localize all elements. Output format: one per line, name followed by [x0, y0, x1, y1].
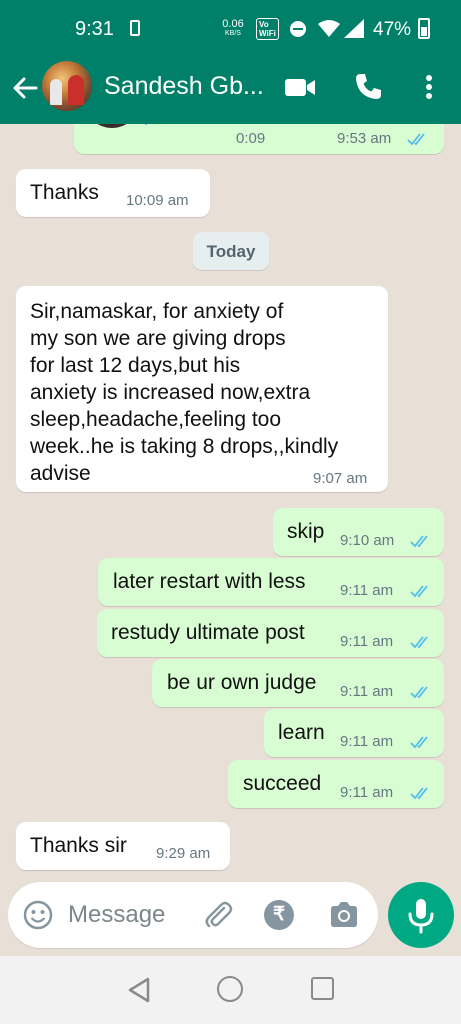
date-separator-label: Today	[206, 242, 256, 261]
status-time: 9:31	[75, 18, 114, 40]
nav-back-icon[interactable]	[126, 976, 152, 1004]
outgoing-message[interactable]: later restart with less 9:11 am	[98, 558, 444, 606]
chat-area[interactable]: 0:09 9:53 am Thanks 10:09 am Today Sir,n…	[0, 124, 461, 956]
message-line: my son we are giving drops	[30, 327, 286, 350]
message-text: later restart with less	[113, 570, 306, 593]
outgoing-message[interactable]: skip 9:10 am	[273, 508, 444, 556]
message-line: week..he is taking 8 drops,,kindly	[30, 435, 339, 458]
message-text: skip	[287, 520, 325, 543]
message-text: Sir,namaskar, for anxiety of my son we a…	[30, 298, 338, 487]
voice-message-bubble[interactable]: 0:09 9:53 am	[74, 124, 444, 154]
battery-percent: 47%	[373, 19, 412, 40]
message-time: 9:11 am	[340, 683, 394, 700]
message-time: 9:10 am	[340, 532, 395, 549]
read-receipt-icon	[407, 133, 425, 146]
message-line: advise	[30, 462, 91, 485]
chat-header: Sandesh Gb...	[0, 58, 461, 124]
battery-icon	[418, 18, 430, 39]
message-time: 9:11 am	[340, 633, 394, 650]
message-time: 9:07 am	[313, 470, 368, 487]
incoming-message[interactable]: Thanks sir 9:29 am	[16, 822, 230, 870]
contact-name[interactable]: Sandesh Gb...	[104, 72, 264, 101]
more-options-icon[interactable]	[414, 70, 444, 104]
camera-icon[interactable]	[328, 900, 360, 930]
voice-duration: 0:09	[236, 130, 266, 147]
voice-call-icon[interactable]	[351, 70, 385, 104]
read-receipt-icon	[410, 686, 428, 699]
vowifi-icon: Vo WiFi	[256, 18, 279, 40]
sender-avatar-thumbnail	[84, 124, 140, 128]
nav-recents-icon[interactable]	[311, 977, 334, 1000]
message-line: anxiety is increased now,extra	[30, 381, 311, 404]
read-receipt-icon	[410, 585, 428, 598]
mic-icon	[408, 899, 434, 934]
mic-icon	[145, 124, 147, 125]
incoming-message[interactable]: Thanks 10:09 am	[16, 169, 210, 217]
network-speed-value: 0.06	[222, 18, 244, 30]
emoji-icon[interactable]	[22, 899, 54, 931]
read-receipt-icon	[410, 736, 428, 749]
read-receipt-icon	[410, 636, 428, 649]
outgoing-message[interactable]: restudy ultimate post 9:11 am	[97, 609, 444, 657]
message-time: 9:29 am	[156, 845, 211, 862]
read-receipt-icon	[410, 787, 428, 800]
vowifi-line2: WiFi	[259, 29, 276, 38]
sim-notification-icon	[130, 20, 140, 36]
message-text: restudy ultimate post	[111, 621, 305, 644]
incoming-message[interactable]: Sir,namaskar, for anxiety of my son we a…	[16, 286, 388, 492]
outgoing-message[interactable]: succeed 9:11 am	[228, 760, 444, 808]
system-navigation-bar	[0, 956, 461, 1024]
attachment-icon[interactable]	[202, 899, 234, 931]
payment-rupee-icon[interactable]: ₹	[264, 900, 294, 930]
voice-record-button[interactable]	[388, 882, 454, 948]
network-speed: 0.06 KB/S	[220, 19, 246, 38]
wifi-icon	[318, 20, 340, 37]
back-arrow-icon[interactable]	[10, 72, 42, 104]
message-time: 9:11 am	[340, 582, 394, 599]
network-speed-unit: KB/S	[225, 30, 241, 37]
read-receipt-icon	[410, 535, 428, 548]
outgoing-message[interactable]: be ur own judge 9:11 am	[152, 659, 444, 707]
video-call-icon[interactable]	[283, 70, 317, 104]
signal-icon	[344, 19, 364, 38]
message-line: for last 12 days,but his	[30, 354, 241, 377]
message-composer: ₹	[8, 882, 378, 948]
message-text: Thanks sir	[30, 834, 127, 857]
message-text: learn	[278, 721, 325, 744]
vowifi-line1: Vo	[259, 20, 269, 29]
message-time: 9:11 am	[340, 784, 394, 801]
message-time: 9:11 am	[340, 733, 394, 750]
do-not-disturb-icon	[290, 21, 306, 37]
status-bar: 9:31 0.06 KB/S Vo WiFi 47%	[0, 0, 461, 58]
message-line: sleep,headache,feeling too	[30, 408, 282, 431]
message-text: Thanks	[30, 181, 99, 204]
contact-avatar[interactable]	[42, 61, 92, 111]
message-text: be ur own judge	[167, 671, 317, 694]
message-line: Sir,namaskar, for anxiety of	[30, 300, 284, 323]
date-separator: Today	[193, 232, 269, 270]
message-time: 9:53 am	[337, 130, 392, 147]
message-input[interactable]	[68, 900, 188, 930]
message-text: succeed	[243, 772, 322, 795]
nav-home-icon[interactable]	[217, 976, 243, 1002]
outgoing-message[interactable]: learn 9:11 am	[264, 709, 444, 757]
message-time: 10:09 am	[126, 192, 189, 209]
